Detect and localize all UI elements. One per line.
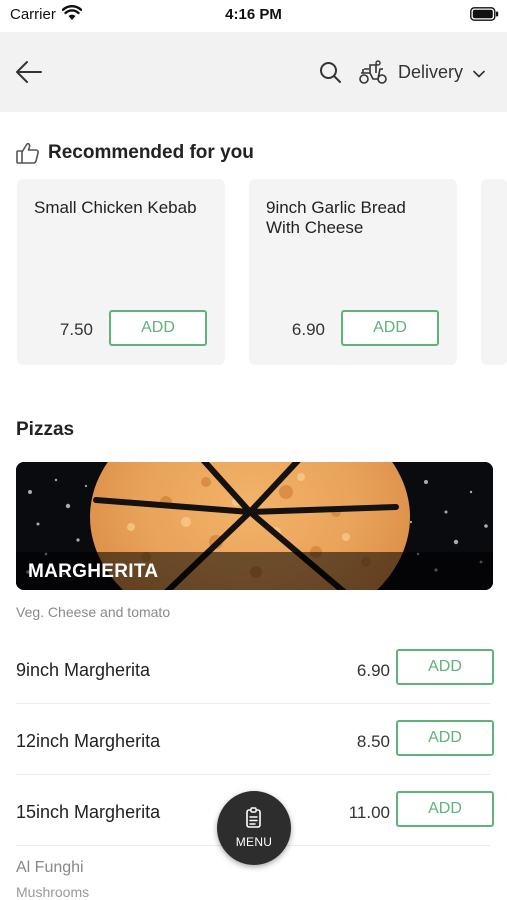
add-button[interactable]: ADD xyxy=(396,791,494,827)
menu-item-price: 11.00 xyxy=(348,803,390,822)
menu-button[interactable]: MENU xyxy=(217,791,291,865)
banner-title: MARGHERITA xyxy=(28,561,159,582)
add-button[interactable]: ADD xyxy=(396,720,494,756)
delivery-mode-label: Delivery xyxy=(398,62,464,82)
menu-item-name: Al Funghi xyxy=(16,859,84,876)
recommended-item-name: 9inch Garlic Bread With Cheese xyxy=(266,198,406,237)
recommended-item-name: Small Chicken Kebab xyxy=(34,198,197,217)
recommended-item-price: 6.90 xyxy=(291,320,325,339)
recommended-header: Recommended for you xyxy=(16,142,254,164)
add-button[interactable]: ADD xyxy=(341,310,439,346)
recommended-card-partial[interactable] xyxy=(481,179,507,365)
chevron-down-icon xyxy=(473,70,485,77)
menu-item-description: Mushrooms xyxy=(16,884,90,900)
category-description: Veg. Cheese and tomato xyxy=(16,604,171,620)
status-time: 4:16 PM xyxy=(225,6,282,23)
back-arrow-icon[interactable] xyxy=(14,58,44,86)
recommended-item-price: 7.50 xyxy=(59,320,93,339)
search-icon[interactable] xyxy=(318,60,344,86)
app-header: Delivery xyxy=(0,32,507,112)
category-banner: MARGHERITA xyxy=(16,462,493,590)
divider xyxy=(16,774,490,775)
menu-button-label: MENU xyxy=(235,835,273,849)
scooter-icon xyxy=(359,60,387,84)
delivery-mode-dropdown[interactable]: Delivery xyxy=(398,62,485,83)
recommended-card[interactable]: 9inch Garlic Bread With Cheese 6.90 ADD xyxy=(249,179,457,365)
recommended-card[interactable]: Small Chicken Kebab 7.50 ADD xyxy=(17,179,225,365)
menu-item-name: 9inch Margherita xyxy=(16,660,151,680)
divider xyxy=(16,703,490,704)
menu-item-row: 12inch Margherita 8.50 ADD xyxy=(16,706,494,776)
battery-icon xyxy=(470,7,499,21)
menu-item-name: 12inch Margherita xyxy=(16,731,161,751)
menu-item-price: 8.50 xyxy=(356,732,390,751)
category-title: Pizzas xyxy=(16,419,75,440)
recommended-title: Recommended for you xyxy=(48,142,254,163)
add-button[interactable]: ADD xyxy=(109,310,207,346)
menu-item-price: 6.90 xyxy=(356,661,390,680)
status-bar: Carrier 4:16 PM xyxy=(0,0,507,30)
add-button[interactable]: ADD xyxy=(396,649,494,685)
menu-item-name: 15inch Margherita xyxy=(16,802,161,822)
thumbs-up-icon xyxy=(16,142,39,164)
menu-item-row: 9inch Margherita 6.90 ADD xyxy=(16,635,494,705)
menu-book-icon xyxy=(246,807,261,828)
